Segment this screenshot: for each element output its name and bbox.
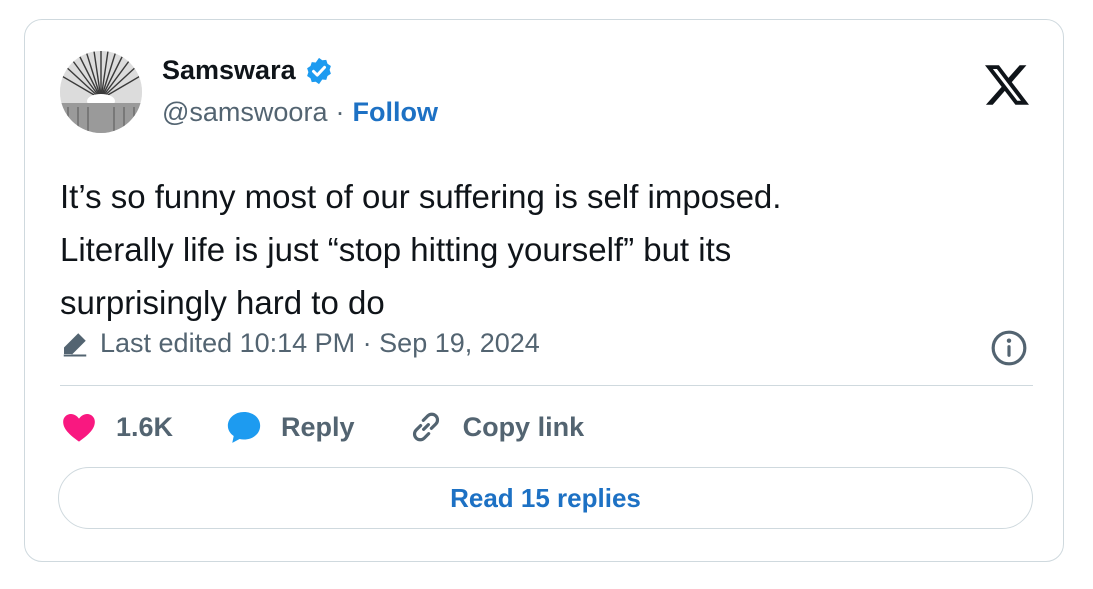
copy-link-label: Copy link	[462, 411, 585, 442]
separator-dot: ·	[335, 97, 345, 127]
author-name[interactable]: Samswara	[162, 55, 296, 86]
tweet-text-line: surprisingly hard to do	[60, 284, 385, 321]
heart-icon	[63, 414, 95, 442]
follow-button[interactable]: Follow	[352, 97, 437, 128]
copy-link-button[interactable]: Copy link	[407, 408, 585, 446]
reply-label: Reply	[281, 411, 355, 442]
avatar[interactable]	[60, 51, 142, 133]
like-button[interactable]: 1.6K	[60, 408, 173, 446]
edited-info[interactable]: Last edited 10:14 PM · Sep 19, 2024	[60, 328, 540, 359]
x-logo-icon[interactable]	[985, 63, 1029, 107]
verified-badge-icon	[306, 57, 331, 84]
divider	[60, 385, 1033, 386]
read-replies-button[interactable]: Read 15 replies	[58, 467, 1033, 529]
reply-bubble-icon	[227, 411, 261, 443]
action-bar: 1.6K Reply Copy link	[60, 408, 636, 446]
author-name-row: Samswara	[162, 55, 334, 86]
tweet-card: Samswara @samswoora · Follow It’s so fun…	[24, 19, 1064, 562]
reply-button[interactable]: Reply	[225, 408, 355, 446]
pencil-icon	[63, 332, 87, 356]
author-handle[interactable]: @samswoora	[162, 97, 327, 128]
tweet-text-line: It’s so funny most of our suffering is s…	[60, 178, 782, 215]
info-icon[interactable]	[990, 329, 1028, 367]
tweet-text: It’s so funny most of our suffering is s…	[60, 170, 960, 329]
author-handle-row: @samswoora · Follow	[162, 97, 438, 128]
edited-timestamp: Last edited 10:14 PM · Sep 19, 2024	[100, 328, 540, 358]
like-count: 1.6K	[116, 411, 174, 442]
link-icon	[412, 412, 439, 442]
tweet-text-line: Literally life is just “stop hitting you…	[60, 231, 732, 268]
